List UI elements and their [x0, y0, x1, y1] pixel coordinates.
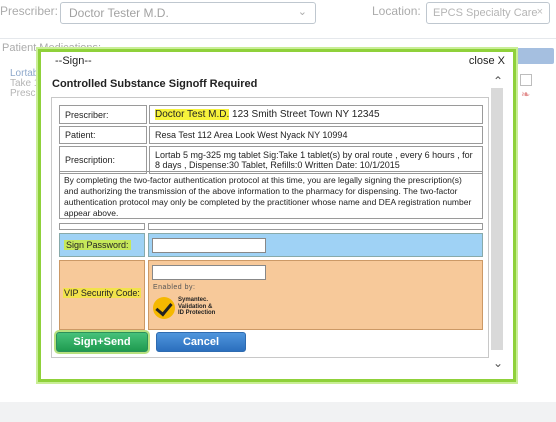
chevron-up-icon[interactable]: ⌃ — [493, 74, 503, 88]
table-row: Prescription: Lortab 5 mg-325 mg tablet … — [59, 146, 483, 174]
cancel-button[interactable]: Cancel — [156, 332, 246, 352]
prescription-row-label: Prescription: — [59, 146, 147, 174]
signoff-panel: Prescriber: Doctor Test M.D. 123 Smith S… — [51, 97, 489, 358]
dialog-title: --Sign-- — [55, 55, 92, 67]
table-row: Patient: Resa Test 112 Area Look West Ny… — [59, 126, 483, 144]
prescriber-address: 123 Smith Street Town NY 12345 — [229, 109, 380, 120]
dialog-heading: Controlled Substance Signoff Required — [52, 78, 258, 90]
close-button[interactable]: close X — [469, 55, 505, 67]
prescription-info-table: Prescriber: Doctor Test M.D. 123 Smith S… — [57, 103, 485, 176]
vip-security-row: VIP Security Code: Enabled by: Symantec.… — [59, 260, 483, 330]
chevron-down-icon[interactable]: ⌄ — [493, 356, 503, 370]
patient-row-value: Resa Test 112 Area Look West Nyack NY 10… — [149, 126, 483, 144]
spacer-cell — [148, 223, 483, 230]
sign-dialog: --Sign-- close X Controlled Substance Si… — [38, 49, 516, 382]
enabled-by-text: Enabled by: — [153, 284, 196, 291]
spacer-cell — [59, 223, 145, 230]
dialog-titlebar: --Sign-- close X — [41, 52, 513, 70]
symantec-line: ID Protection — [178, 310, 216, 316]
symantec-logo: Symantec. Validation & ID Protection — [153, 295, 233, 325]
checkmark-icon — [153, 297, 175, 319]
sign-password-cell — [148, 233, 483, 257]
patient-row-label: Patient: — [59, 126, 147, 144]
vip-security-input[interactable] — [152, 265, 266, 280]
prescriber-row-label: Prescriber: — [59, 105, 147, 124]
consent-text: By completing the two-factor authenticat… — [59, 171, 483, 219]
vip-security-cell: Enabled by: Symantec. Validation & ID Pr… — [148, 260, 483, 330]
sign-password-input[interactable] — [152, 238, 266, 253]
prescriber-name: Doctor Test M.D. — [155, 109, 230, 120]
vip-security-label: VIP Security Code: — [63, 288, 141, 298]
scrollbar-track[interactable] — [491, 88, 503, 350]
table-row: Prescriber: Doctor Test M.D. 123 Smith S… — [59, 105, 483, 124]
symantec-logo-text: Symantec. Validation & ID Protection — [178, 297, 215, 317]
sign-password-row: Sign Password: — [59, 233, 483, 257]
sign-send-button[interactable]: Sign+Send — [56, 332, 148, 352]
prescription-row-value: Lortab 5 mg-325 mg tablet Sig:Take 1 tab… — [149, 146, 483, 174]
sign-password-label: Sign Password: — [64, 240, 131, 250]
prescriber-row-value: Doctor Test M.D. 123 Smith Street Town N… — [149, 105, 483, 124]
sign-password-label-cell: Sign Password: — [59, 233, 145, 257]
vip-label-cell: VIP Security Code: — [59, 260, 145, 330]
